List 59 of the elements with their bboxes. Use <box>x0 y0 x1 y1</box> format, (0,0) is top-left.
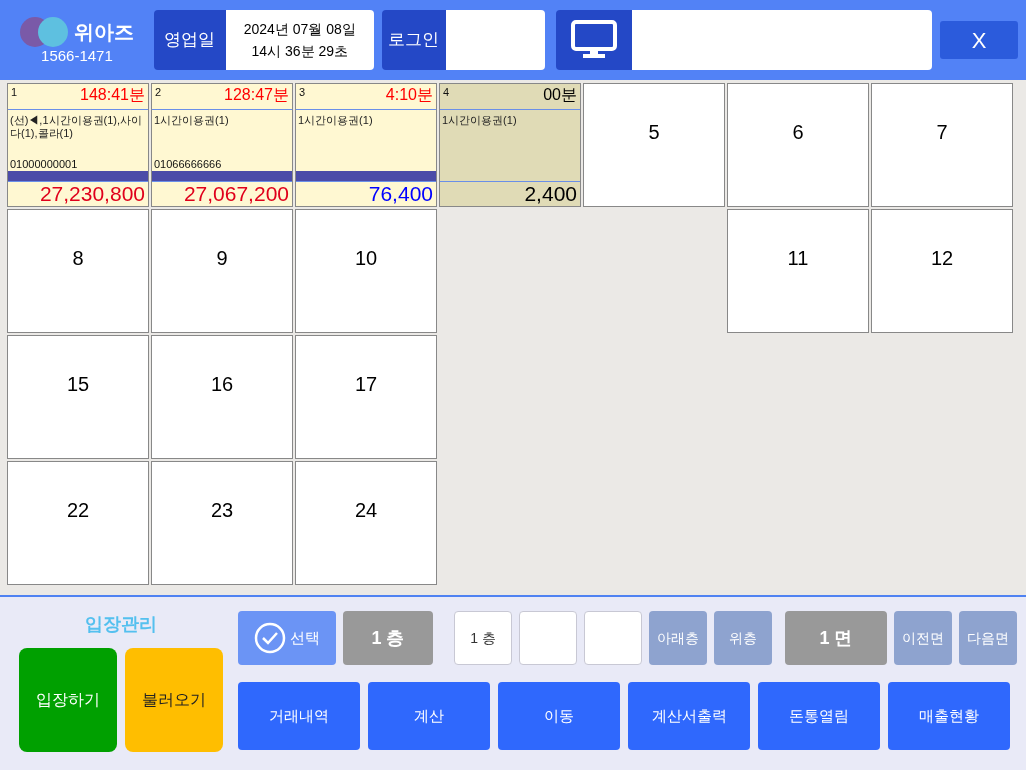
room-tile[interactable]: 9 <box>151 209 293 333</box>
room-tile[interactable]: 22 <box>7 461 149 585</box>
amount: 76,400 <box>368 182 433 206</box>
login-field[interactable] <box>445 10 546 70</box>
action-button[interactable]: 매출현황 <box>888 682 1010 750</box>
room-tile[interactable]: 7 <box>871 83 1013 207</box>
room-tile[interactable]: 2 128:47분 1시간이용권(1) 01066666666 27,067,200 <box>151 83 293 207</box>
room-tile[interactable]: 15 <box>7 335 149 459</box>
logo-text: 위아즈 <box>74 20 135 45</box>
room-tile[interactable]: 3 4:10분 1시간이용권(1) 76,400 <box>295 83 437 207</box>
room-tile[interactable]: 12 <box>871 209 1013 333</box>
order-items: (선)◀,1시간이용권(1),사이다(1),콜라(1) <box>10 114 143 140</box>
room-tile[interactable]: 8 <box>7 209 149 333</box>
current-time: 14시 36분 29초 <box>251 42 348 61</box>
floor-button[interactable] <box>584 611 642 665</box>
action-button[interactable]: 계산 <box>368 682 490 750</box>
room-tile[interactable]: 17 <box>295 335 437 459</box>
room-number: 2 <box>155 85 162 100</box>
room-tile[interactable]: 6 <box>727 83 869 207</box>
entry-button[interactable]: 불러오기 <box>125 648 223 752</box>
amount: 27,230,800 <box>39 182 145 206</box>
room-tile[interactable]: 24 <box>295 461 437 585</box>
elapsed-time: 4:10분 <box>385 85 433 105</box>
room-number: 1 <box>11 85 18 100</box>
close-button[interactable]: X <box>940 21 1018 59</box>
room-tile[interactable]: 4 00분 1시간이용권(1) 2,400 <box>439 83 581 207</box>
room-number: 4 <box>443 85 450 100</box>
room-tile[interactable]: 10 <box>295 209 437 333</box>
phone-number: 01066666666 <box>154 158 223 171</box>
elapsed-time: 148:41분 <box>80 85 145 105</box>
business-day-label: 영업일 <box>153 10 226 70</box>
room-tile[interactable]: 23 <box>151 461 293 585</box>
check-circle-icon <box>254 622 286 654</box>
floor-display: 1 층 <box>343 611 433 665</box>
floor-display: 1 면 <box>785 611 887 665</box>
phone-number: 1566-1471 <box>41 48 113 64</box>
room-tile[interactable]: 5 <box>583 83 725 207</box>
floor-button[interactable] <box>519 611 577 665</box>
room-number: 3 <box>299 85 306 100</box>
elapsed-time: 128:47분 <box>224 85 289 105</box>
phone-number: 01000000001 <box>10 158 79 171</box>
monitor-icon[interactable] <box>571 20 618 60</box>
action-button[interactable]: 계산서출력 <box>628 682 750 750</box>
elapsed-time: 00분 <box>543 85 577 105</box>
order-items: 1시간이용권(1) <box>298 114 374 127</box>
section-title: 입장관리 <box>85 613 157 636</box>
amount: 27,067,200 <box>183 182 289 206</box>
room-tile[interactable]: 16 <box>151 335 293 459</box>
order-items: 1시간이용권(1) <box>442 114 518 127</box>
order-items: 1시간이용권(1) <box>154 114 230 127</box>
room-tile[interactable]: 11 <box>727 209 869 333</box>
action-button[interactable]: 이동 <box>498 682 620 750</box>
room-tile[interactable]: 1 148:41분 (선)◀,1시간이용권(1),사이다(1),콜라(1) 01000000001 27,230,800 <box>7 83 149 207</box>
business-date: 2024년 07월 08일 <box>243 20 356 39</box>
login-label: 로그인 <box>381 10 446 70</box>
floor-button[interactable]: 1 층 <box>454 611 512 665</box>
action-button[interactable]: 거래내역 <box>238 682 360 750</box>
amount: 2,400 <box>524 182 577 206</box>
action-button[interactable]: 돈통열림 <box>758 682 880 750</box>
